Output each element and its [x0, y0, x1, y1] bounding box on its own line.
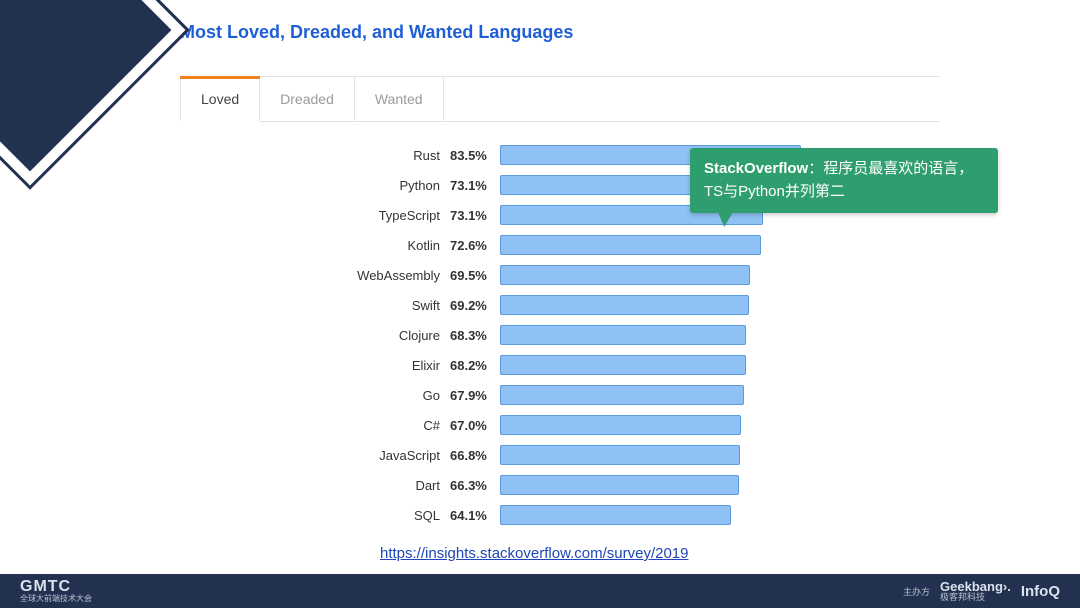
chart-bar-track [500, 475, 860, 495]
chart-row-label: Go [320, 388, 450, 403]
chart-row-label: Kotlin [320, 238, 450, 253]
chart-bar [500, 295, 749, 315]
chart-bar [500, 445, 740, 465]
chart-row-label: JavaScript [320, 448, 450, 463]
page-title: Most Loved, Dreaded, and Wanted Language… [180, 22, 573, 43]
footer-brand-big: GMTC [20, 579, 92, 595]
footer-geek-sub: 极客邦科技 [940, 593, 1011, 602]
chart-row-label: SQL [320, 508, 450, 523]
chart-bar [500, 475, 739, 495]
chart-row-label: Python [320, 178, 450, 193]
chart-bar-track [500, 295, 860, 315]
chart-bar-track [500, 325, 860, 345]
chart-bar-track [500, 505, 860, 525]
chart-row: Swift69.2% [320, 290, 920, 320]
chart-row: Dart66.3% [320, 470, 920, 500]
chart-bar [500, 265, 750, 285]
chart-row-label: Elixir [320, 358, 450, 373]
chart-row-label: TypeScript [320, 208, 450, 223]
chart-row-value: 67.9% [450, 388, 500, 403]
chart-bar [500, 355, 746, 375]
chart-row-value: 73.1% [450, 178, 500, 193]
callout-bold: StackOverflow [704, 160, 808, 177]
chart-row-value: 66.8% [450, 448, 500, 463]
chart-row: WebAssembly69.5% [320, 260, 920, 290]
chart-row: Clojure68.3% [320, 320, 920, 350]
chart-row: SQL64.1% [320, 500, 920, 530]
chart-row-label: WebAssembly [320, 268, 450, 283]
chart-row-value: 64.1% [450, 508, 500, 523]
chart-bar [500, 415, 741, 435]
chart-bar-track [500, 415, 860, 435]
chart-row-label: Clojure [320, 328, 450, 343]
footer: GMTC 全球大前端技术大会 主办方 Geekbang›. 极客邦科技 Info… [0, 574, 1080, 608]
chart-row-value: 73.1% [450, 208, 500, 223]
chart-bar [500, 505, 731, 525]
chart-row-value: 69.2% [450, 298, 500, 313]
chart-bar [500, 235, 761, 255]
chart-row: Kotlin72.6% [320, 230, 920, 260]
chart-row: C#67.0% [320, 410, 920, 440]
chart-row-label: Rust [320, 148, 450, 163]
footer-brand-small: 全球大前端技术大会 [20, 595, 92, 603]
footer-right: 主办方 Geekbang›. 极客邦科技 InfoQ [903, 580, 1060, 602]
footer-infoq: InfoQ [1021, 583, 1060, 600]
chart-bar [500, 325, 746, 345]
chart-bar-track [500, 385, 860, 405]
chart-row-label: C# [320, 418, 450, 433]
footer-geek-wrap: Geekbang›. 极客邦科技 [940, 580, 1011, 602]
chart-row: Go67.9% [320, 380, 920, 410]
chart-row-value: 67.0% [450, 418, 500, 433]
tab-dreaded[interactable]: Dreaded [260, 77, 355, 121]
chart-row-label: Swift [320, 298, 450, 313]
footer-brand-left: GMTC 全球大前端技术大会 [20, 579, 92, 603]
chart-row-value: 68.2% [450, 358, 500, 373]
source-link[interactable]: https://insights.stackoverflow.com/surve… [380, 545, 688, 562]
chart-row-value: 68.3% [450, 328, 500, 343]
tab-loved[interactable]: Loved [180, 77, 260, 122]
chart-bar [500, 385, 744, 405]
chart-bar-track [500, 445, 860, 465]
chart-bar-track [500, 265, 860, 285]
callout-annotation: StackOverflow：程序员最喜欢的语言，TS与Python并列第二 [690, 148, 998, 213]
chart-row-label: Dart [320, 478, 450, 493]
chart-row-value: 72.6% [450, 238, 500, 253]
tab-wanted[interactable]: Wanted [355, 77, 444, 121]
chart-bar-track [500, 355, 860, 375]
tabs: LovedDreadedWanted [180, 76, 940, 122]
corner-decoration [0, 0, 186, 186]
chart-bar-track [500, 235, 860, 255]
chart-row-value: 83.5% [450, 148, 500, 163]
chart-row: JavaScript66.8% [320, 440, 920, 470]
chart-row: Elixir68.2% [320, 350, 920, 380]
chart-row-value: 66.3% [450, 478, 500, 493]
chart-row-value: 69.5% [450, 268, 500, 283]
footer-sponsor-tag: 主办方 [903, 585, 930, 598]
